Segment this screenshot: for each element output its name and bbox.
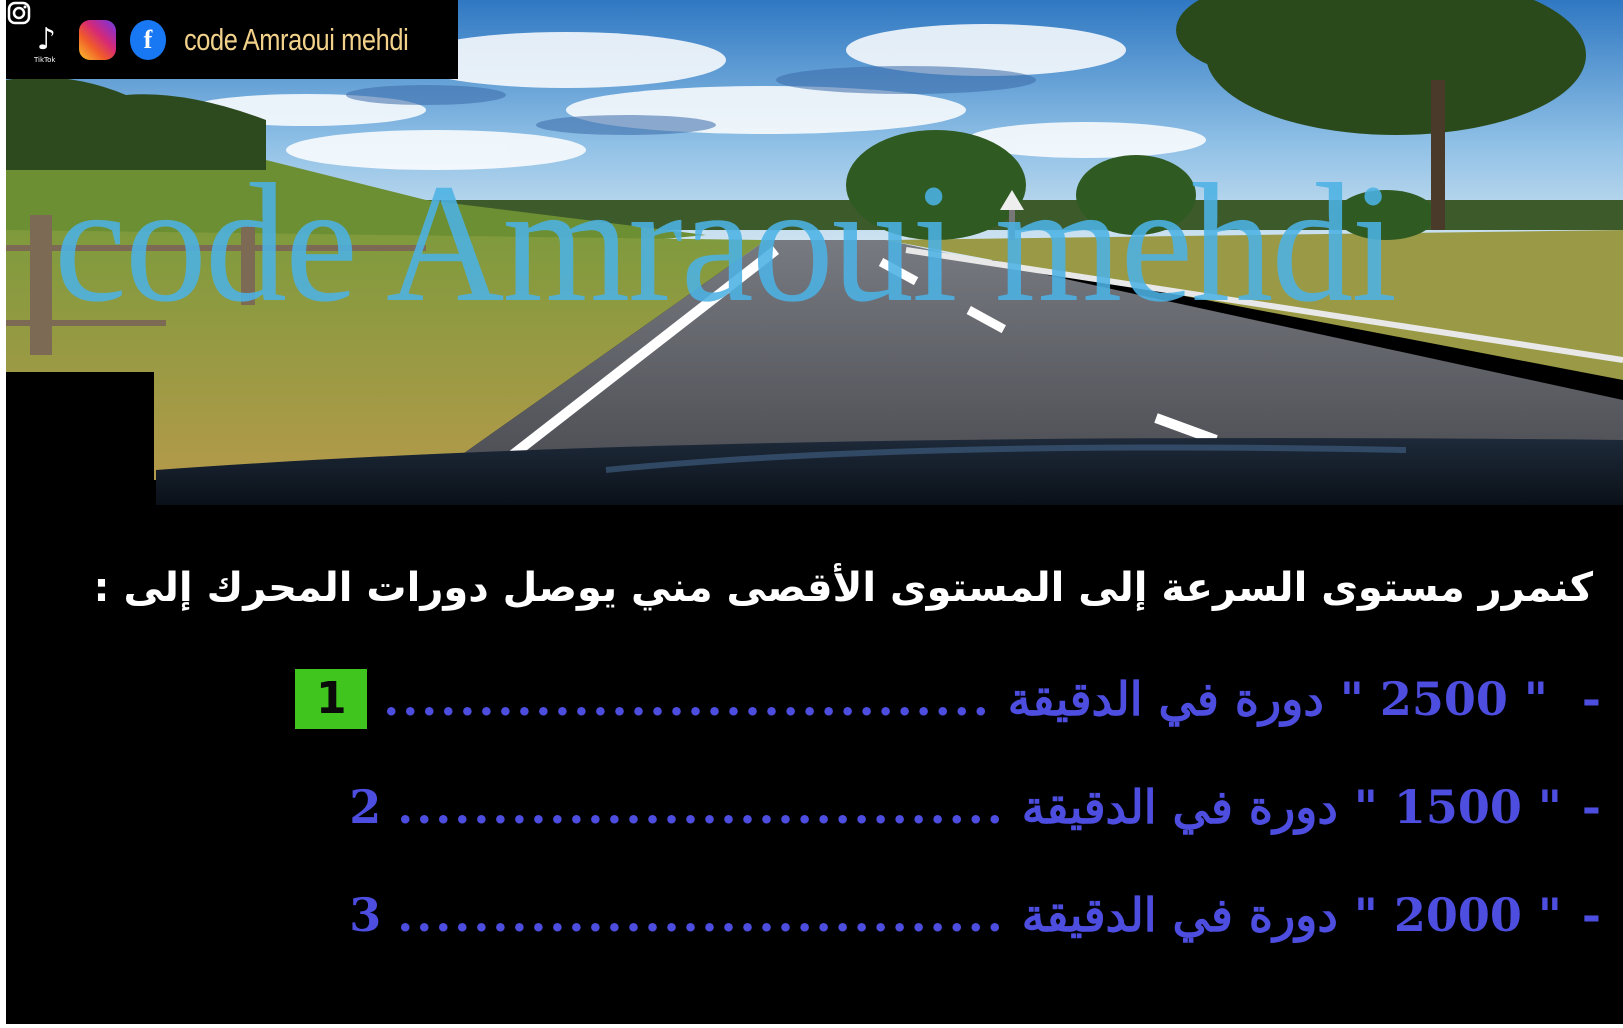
answer-text: " 2500 " دورة في الدقيقة <box>1007 672 1548 726</box>
answer-number: 3 <box>349 888 382 942</box>
answer-text: " 1500 " دورة في الدقيقة <box>1021 780 1562 834</box>
answer-dash: - <box>1581 888 1601 942</box>
black-overlay-block <box>6 372 154 505</box>
answer-dots: ................................ <box>397 780 1006 834</box>
answer-option-2[interactable]: - " 1500 " دورة في الدقيقة .............… <box>349 773 1601 834</box>
instagram-icon[interactable] <box>7 1 116 60</box>
instagram-glyph <box>7 1 31 25</box>
channel-handle: code Amraoui mehdi <box>184 21 409 57</box>
answer-option-1[interactable]: - " 2500 " دورة في الدقيقة .............… <box>295 665 1601 729</box>
watermark-text: code Amraoui mehdi <box>54 149 1397 337</box>
answer-dots: ................................ <box>397 888 1006 942</box>
tiktok-icon[interactable]: ♪ TikTok <box>28 20 65 64</box>
answer-number: 2 <box>349 780 382 834</box>
answer-dots: ................................ <box>383 672 992 726</box>
answer-dash: - <box>1581 672 1601 726</box>
road-scene-image: code Amraoui mehdi ♪ TikTok f code Amrao… <box>6 0 1623 505</box>
facebook-icon[interactable]: f <box>129 19 167 60</box>
selected-answer-badge: 1 <box>295 669 368 729</box>
question-panel: كنمرر مستوى السرعة إلى المستوى الأقصى من… <box>6 505 1623 1024</box>
social-bar: ♪ TikTok f code Amraoui mehdi <box>6 0 458 79</box>
answer-option-3[interactable]: - " 2000 " دورة في الدقيقة .............… <box>349 881 1601 942</box>
answer-dash: - <box>1581 780 1601 834</box>
question-text: كنمرر مستوى السرعة إلى المستوى الأقصى من… <box>93 565 1593 611</box>
tiktok-label: TikTok <box>34 55 56 64</box>
answer-text: " 2000 " دورة في الدقيقة <box>1021 888 1562 942</box>
tiktok-note-glyph: ♪ <box>36 22 56 57</box>
video-frame: code Amraoui mehdi ♪ TikTok f code Amrao… <box>6 0 1623 1024</box>
